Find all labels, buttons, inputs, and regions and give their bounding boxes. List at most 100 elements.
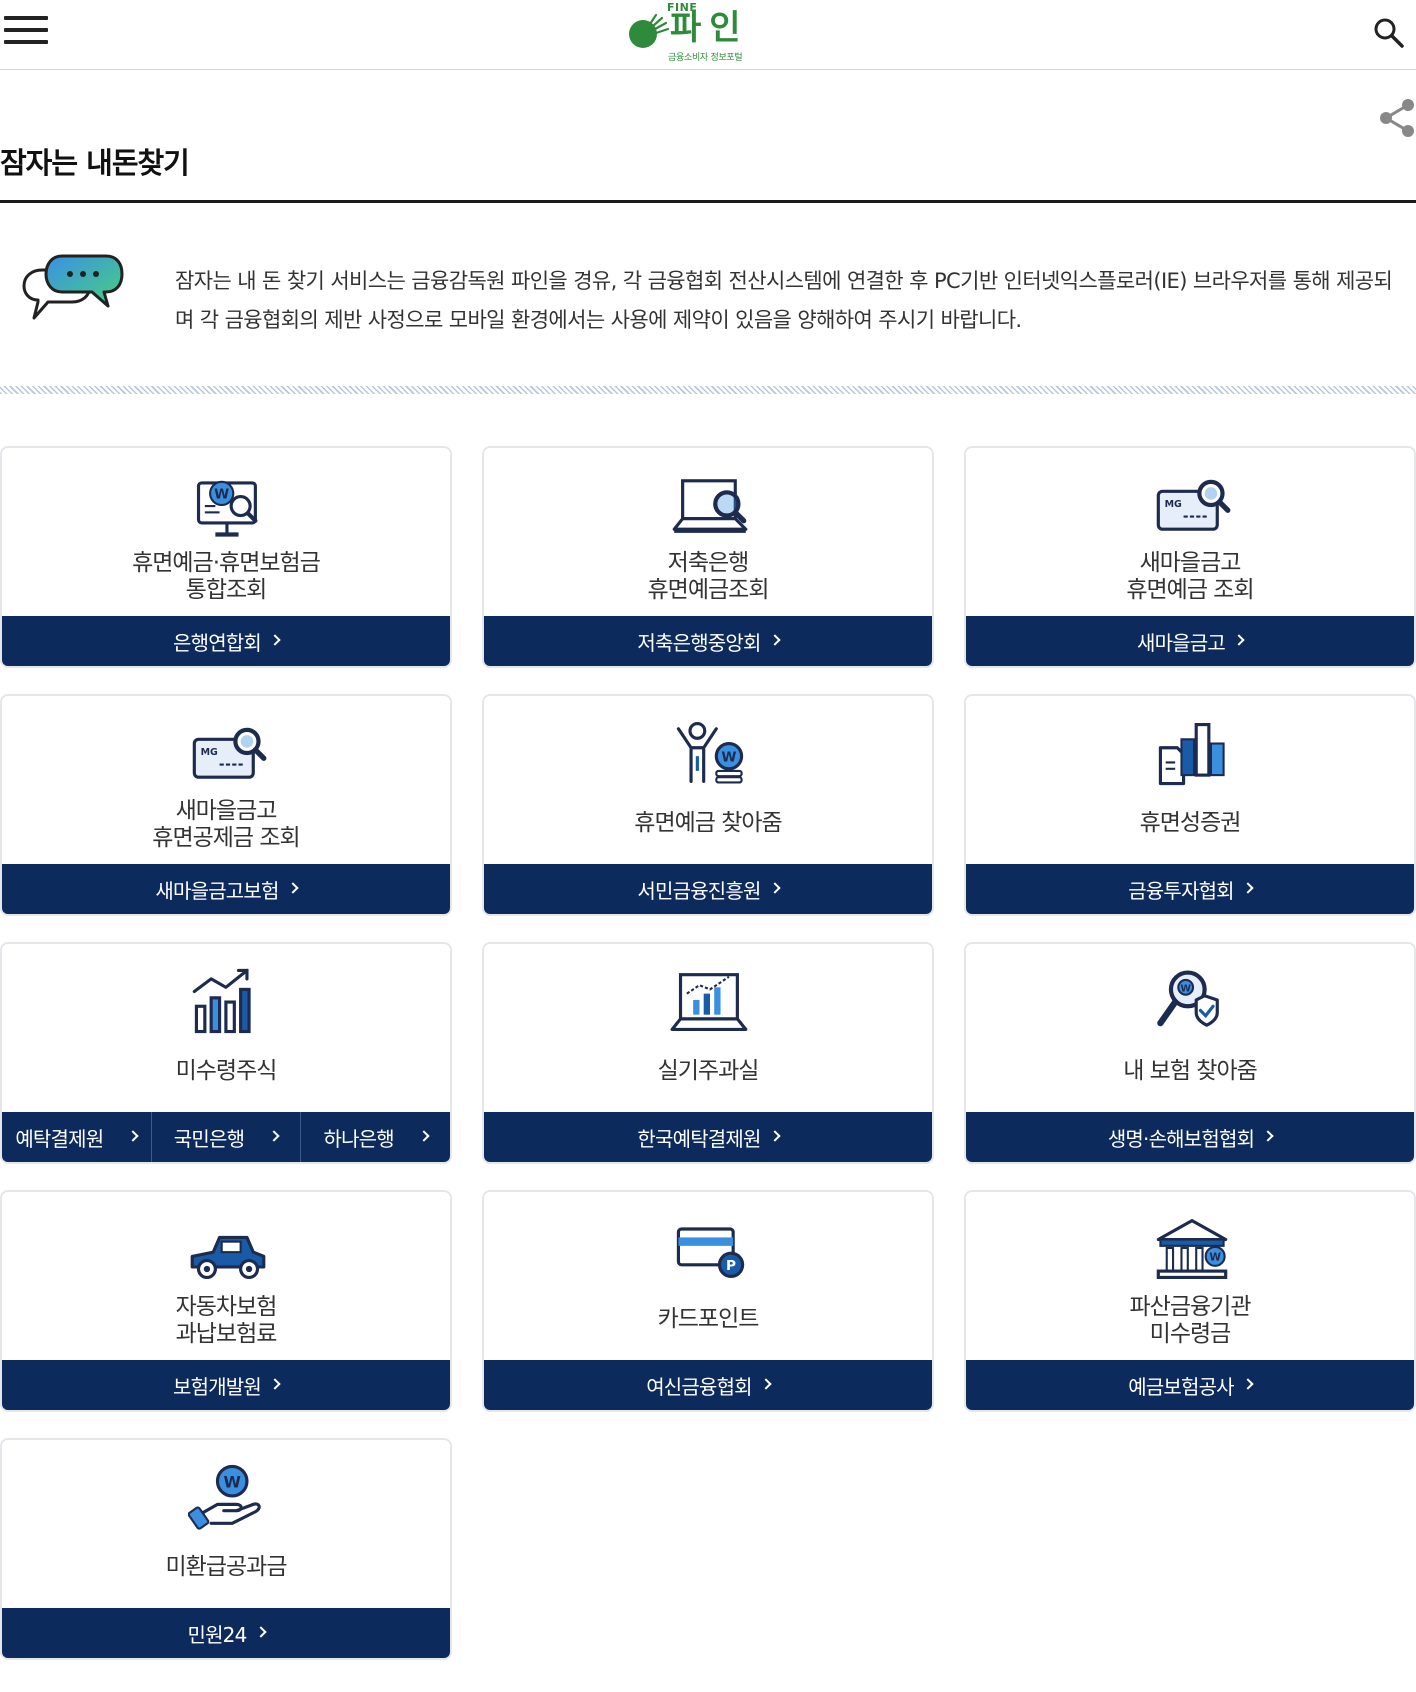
card-button-bar: 저축은행중앙회 bbox=[484, 616, 932, 666]
chevron-right-icon bbox=[1233, 634, 1245, 646]
card-title: 저축은행 bbox=[667, 550, 750, 576]
svg-text:MG: MG bbox=[201, 747, 218, 758]
card-button-bar: 예금보험공사 bbox=[966, 1360, 1414, 1410]
card-button-bar: 새마을금고보험 bbox=[2, 864, 450, 914]
institution-link-button[interactable]: 새마을금고보험 bbox=[2, 864, 450, 914]
service-card: W 휴면예금·휴면보험금 통합조회은행연합회 bbox=[0, 446, 452, 668]
hamburger-menu-icon[interactable] bbox=[4, 14, 48, 46]
card-title: 휴면예금조회 bbox=[647, 577, 770, 603]
service-card: W 미환급공과금민원24 bbox=[0, 1438, 452, 1660]
chevron-right-icon bbox=[1242, 882, 1254, 894]
institution-link-label: 하나은행 bbox=[323, 1126, 394, 1151]
card-button-bar: 여신금융협회 bbox=[484, 1360, 932, 1410]
institution-link-button[interactable]: 예금보험공사 bbox=[966, 1360, 1414, 1410]
search-icon[interactable] bbox=[1372, 16, 1406, 50]
institution-link-label: 예금보험공사 bbox=[1128, 1374, 1234, 1399]
institution-link-label: 새마을금고보험 bbox=[155, 878, 279, 903]
card-button-bar: 서민금융진흥원 bbox=[484, 864, 932, 914]
svg-text:MG: MG bbox=[1165, 499, 1182, 510]
institution-link-label: 예탁결제원 bbox=[15, 1126, 104, 1151]
card-button-bar: 민원24 bbox=[2, 1608, 450, 1658]
magnifier-shield-icon: W bbox=[1152, 966, 1232, 1036]
card-button-bar: 새마을금고 bbox=[966, 616, 1414, 666]
chevron-right-icon bbox=[127, 1130, 139, 1142]
institution-link-button[interactable]: 국민은행 bbox=[150, 1112, 301, 1162]
institution-link-button[interactable]: 생명·손해보험협회 bbox=[966, 1112, 1414, 1162]
card-button-bar: 금융투자협회 bbox=[966, 864, 1414, 914]
card-title: 통합조회 bbox=[185, 577, 268, 603]
share-icon[interactable] bbox=[1378, 96, 1416, 140]
svg-text:W: W bbox=[214, 487, 229, 503]
card-title: 휴면공제금 조회 bbox=[152, 825, 300, 851]
service-card: 휴면성증권금융투자협회 bbox=[964, 694, 1416, 916]
card-title: 휴면예금 찾아줌 bbox=[634, 810, 782, 836]
institution-link-button[interactable]: 은행연합회 bbox=[2, 616, 450, 666]
laptop-search-icon bbox=[670, 470, 750, 540]
page-title: 잠자는 내돈찾기 bbox=[0, 146, 190, 180]
chevron-right-icon bbox=[760, 1378, 772, 1390]
institution-link-label: 금융투자협회 bbox=[1128, 878, 1234, 903]
card-button-bar: 보험개발원 bbox=[2, 1360, 450, 1410]
screen-chart-icon bbox=[670, 966, 750, 1036]
site-logo[interactable]: FINE 파인 금융소비자 정보포털 bbox=[626, 0, 756, 66]
chevron-right-icon bbox=[254, 1626, 267, 1638]
card-button-bar: 생명·손해보험협회 bbox=[966, 1112, 1414, 1162]
service-card: W 내 보험 찾아줌생명·손해보험협회 bbox=[964, 942, 1416, 1164]
top-header: FINE 파인 금융소비자 정보포털 bbox=[0, 0, 1416, 70]
service-card: 실기주과실한국예탁결제원 bbox=[482, 942, 934, 1164]
institution-link-button[interactable]: 금융투자협회 bbox=[966, 864, 1414, 914]
card-title: 미수령주식 bbox=[175, 1058, 278, 1084]
service-card: 미수령주식예탁결제원 국민은행 하나은행 bbox=[0, 942, 452, 1164]
hatched-divider bbox=[0, 386, 1416, 394]
chevron-right-icon bbox=[268, 1130, 280, 1142]
card-title: 실기주과실 bbox=[657, 1058, 760, 1084]
card-title: 내 보험 찾아줌 bbox=[1123, 1058, 1258, 1084]
card-title: 카드포인트 bbox=[657, 1306, 760, 1332]
service-card: 저축은행 휴면예금조회저축은행중앙회 bbox=[482, 446, 934, 668]
institution-link-button[interactable]: 여신금융협회 bbox=[484, 1360, 932, 1410]
card-title: 자동차보험 bbox=[175, 1294, 278, 1320]
institution-link-label: 생명·손해보험협회 bbox=[1107, 1126, 1255, 1151]
svg-text:W: W bbox=[721, 749, 736, 765]
chevron-right-icon bbox=[768, 634, 781, 646]
mg-card-search-icon: MG bbox=[1152, 470, 1232, 540]
institution-link-label: 민원24 bbox=[187, 1622, 247, 1647]
title-divider bbox=[0, 200, 1416, 203]
card-button-bar: 은행연합회 bbox=[2, 616, 450, 666]
card-title: 휴면성증권 bbox=[1139, 810, 1242, 836]
institution-link-button[interactable]: 서민금융진흥원 bbox=[484, 864, 932, 914]
institution-link-label: 저축은행중앙회 bbox=[637, 630, 761, 655]
service-card: W 파산금융기관 미수령금 예금보험공사 bbox=[964, 1190, 1416, 1412]
chevron-right-icon bbox=[1242, 1378, 1254, 1390]
chevron-right-icon bbox=[1262, 1130, 1274, 1142]
chevron-right-icon bbox=[768, 882, 781, 894]
institution-link-label: 한국예탁결제원 bbox=[637, 1126, 761, 1151]
card-title: 휴면예금·휴면보험금 bbox=[132, 550, 321, 576]
chevron-right-icon bbox=[269, 1378, 281, 1390]
institution-link-button[interactable]: 새마을금고 bbox=[966, 616, 1414, 666]
institution-link-label: 여신금융협회 bbox=[646, 1374, 752, 1399]
hand-coin-icon: W bbox=[187, 1462, 268, 1532]
institution-link-button[interactable]: 보험개발원 bbox=[2, 1360, 450, 1410]
institution-link-button[interactable]: 하나은행 bbox=[300, 1112, 450, 1162]
svg-text:W: W bbox=[1209, 1252, 1221, 1264]
card-point-icon: P bbox=[670, 1214, 750, 1284]
card-title: 휴면예금 조회 bbox=[1126, 577, 1254, 603]
chevron-right-icon bbox=[286, 882, 299, 894]
card-button-bar: 예탁결제원 국민은행 하나은행 bbox=[2, 1112, 450, 1162]
bar-chart-up-icon bbox=[188, 966, 268, 1036]
institution-link-button[interactable]: 한국예탁결제원 bbox=[484, 1112, 932, 1162]
institution-link-button[interactable]: 예탁결제원 bbox=[2, 1112, 151, 1162]
monitor-won-search-icon: W bbox=[188, 470, 268, 540]
logo-subtitle: 금융소비자 정보포털 bbox=[668, 53, 743, 63]
logo-name-text: 파인 bbox=[670, 8, 749, 48]
card-title: 미환급공과금 bbox=[165, 1554, 288, 1580]
institution-link-button[interactable]: 민원24 bbox=[2, 1608, 450, 1658]
card-title: 과납보험료 bbox=[175, 1321, 278, 1347]
institution-link-label: 은행연합회 bbox=[173, 630, 262, 655]
institution-link-button[interactable]: 저축은행중앙회 bbox=[484, 616, 932, 666]
institution-link-label: 서민금융진흥원 bbox=[637, 878, 761, 903]
chevron-right-icon bbox=[269, 634, 281, 646]
card-title: 새마을금고 bbox=[175, 798, 278, 824]
card-title: 새마을금고 bbox=[1139, 550, 1242, 576]
